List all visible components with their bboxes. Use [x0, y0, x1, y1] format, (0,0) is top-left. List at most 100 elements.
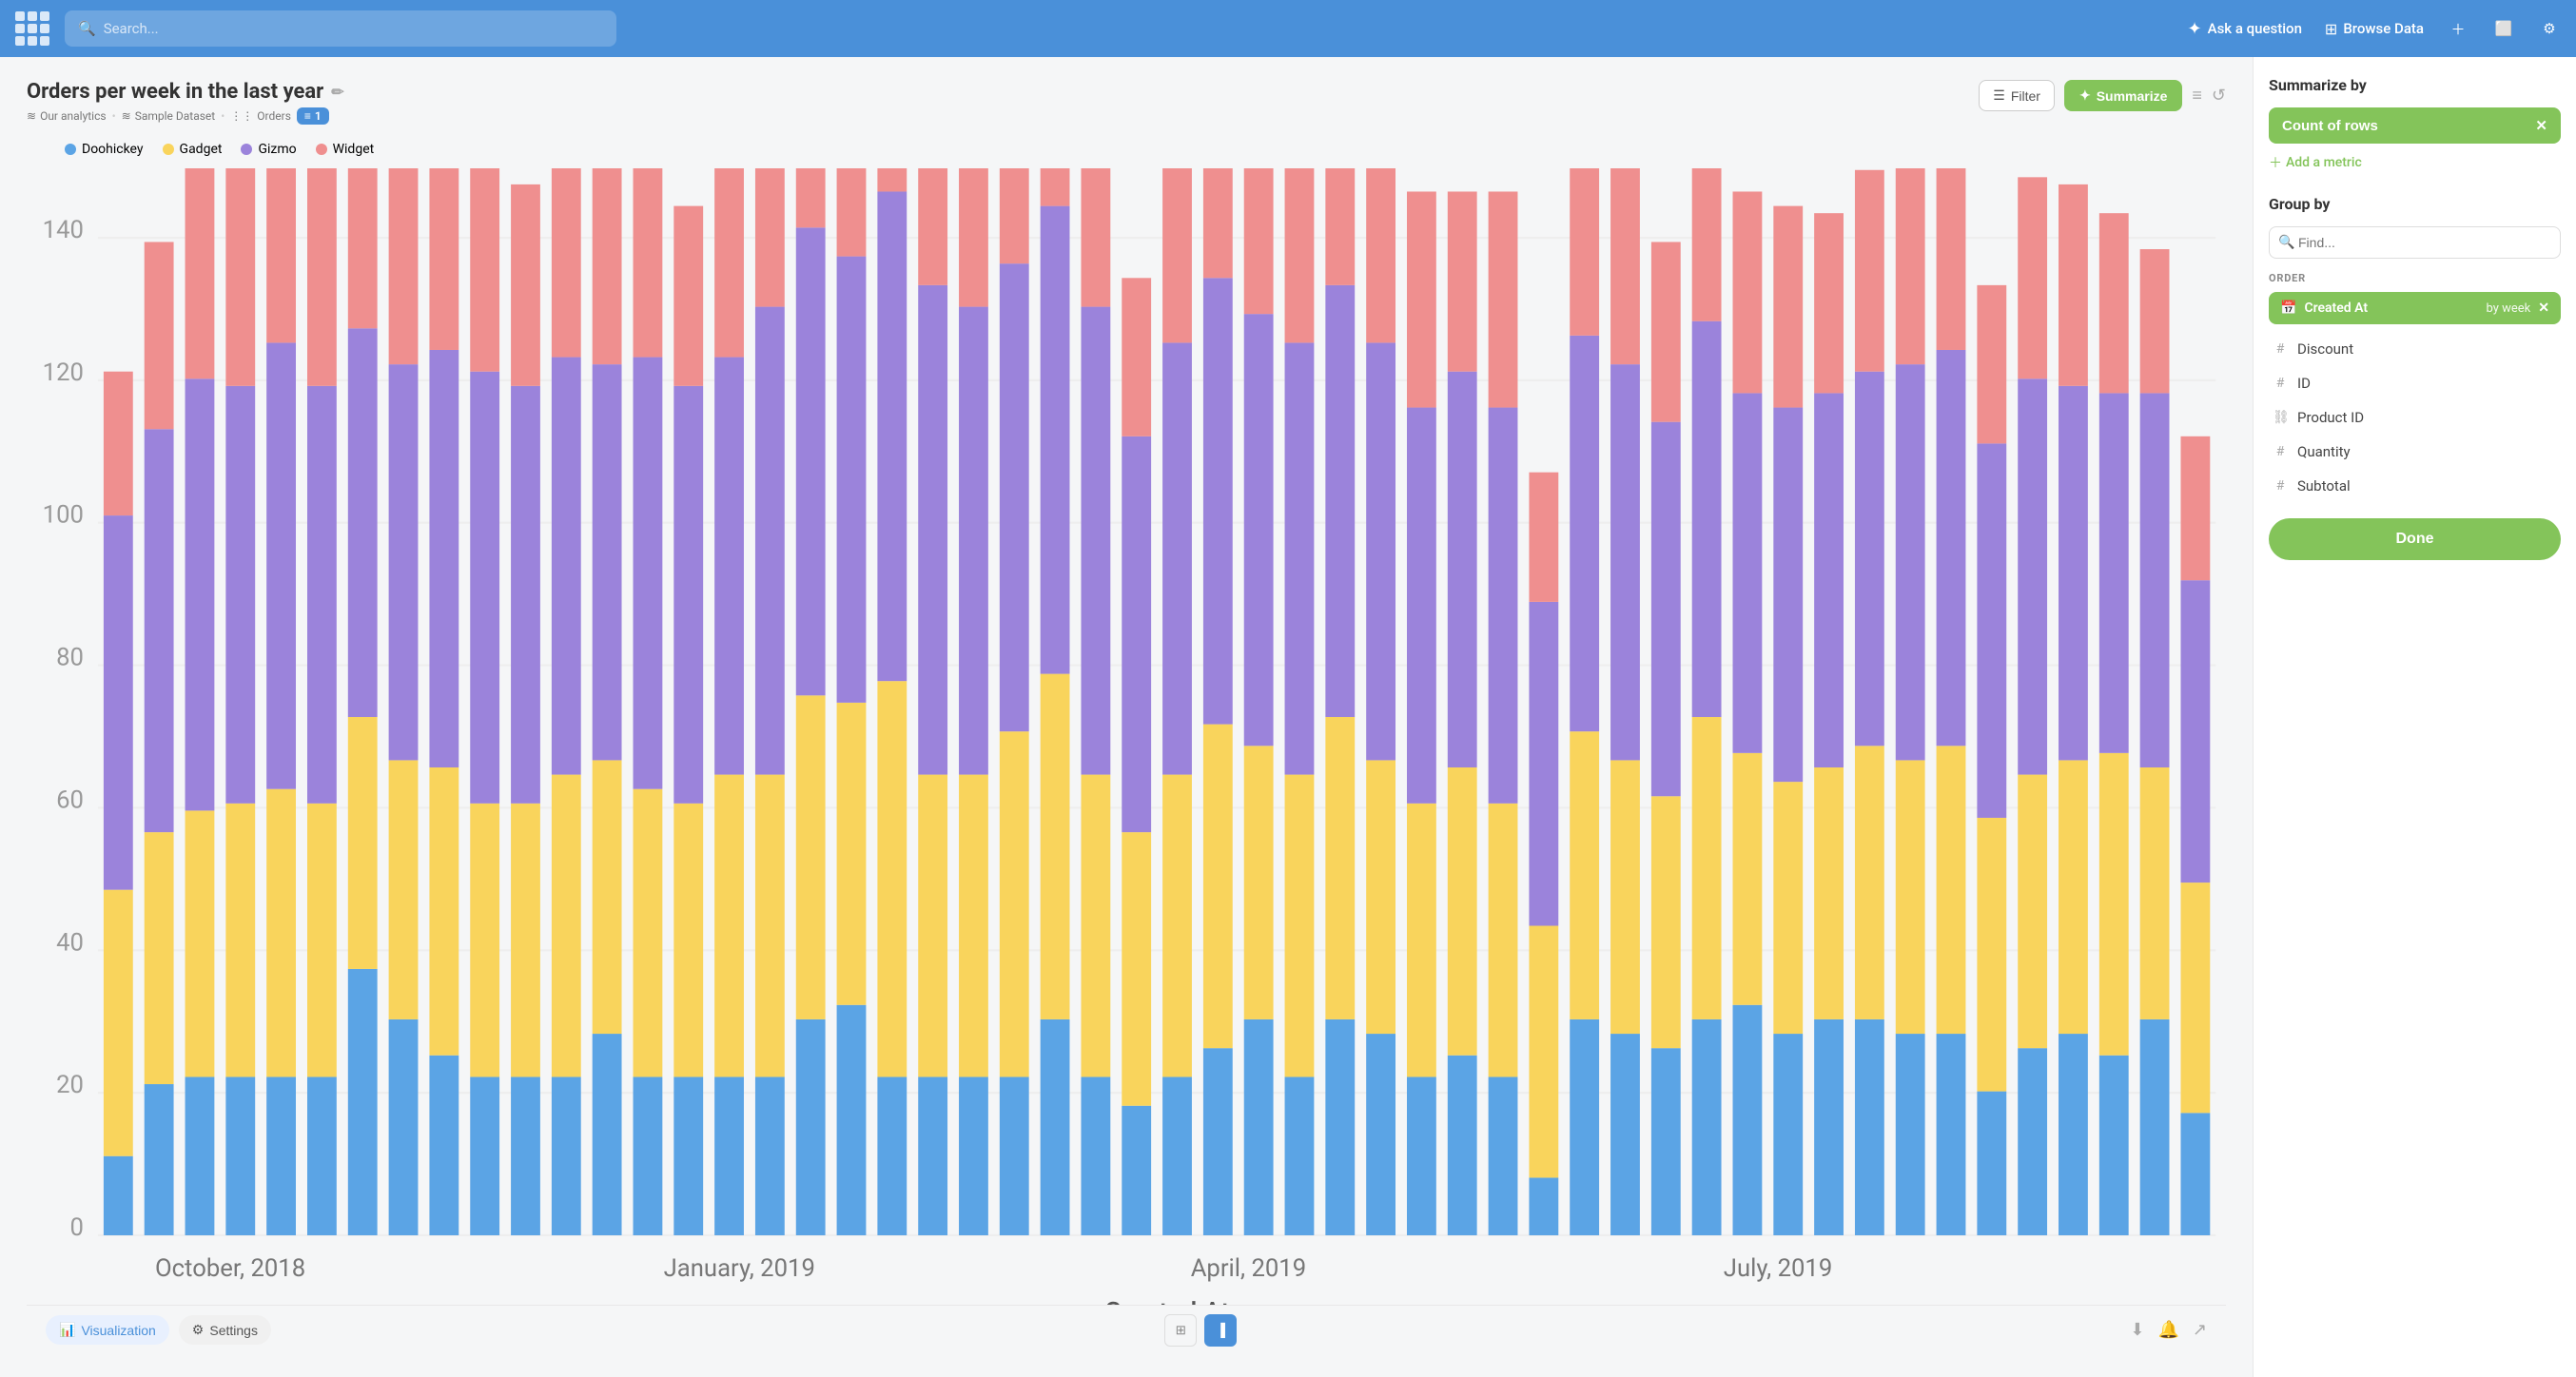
bar-segment — [2180, 1113, 2210, 1235]
bar-segment — [796, 168, 826, 227]
bar-segment — [1081, 168, 1110, 307]
breadcrumb-dataset[interactable]: ≋ Sample Dataset — [122, 109, 216, 123]
group-item-subtotal[interactable]: # Subtotal — [2269, 469, 2561, 503]
bar-segment — [673, 804, 703, 1077]
filter-button[interactable]: ☰ Filter — [1979, 80, 2055, 111]
chart-legend: DoohickeyGadgetGizmoWidget — [65, 142, 2226, 157]
calendar-icon: 📅 — [2280, 301, 2296, 316]
bar-segment — [225, 168, 255, 386]
svg-text:20: 20 — [56, 1071, 84, 1099]
bar-chart-icon: ▐ — [1216, 1323, 1224, 1337]
created-at-badge[interactable]: 📅 Created At by week ✕ — [2269, 292, 2561, 324]
legend-dot — [241, 144, 252, 155]
ask-question-button[interactable]: ✦ Ask a question — [2188, 19, 2302, 39]
settings-button[interactable]: ⚙ Settings — [179, 1315, 271, 1345]
add-metric-button[interactable]: ＋ Add a metric — [2269, 153, 2561, 172]
link-icon: ⛓ — [2273, 410, 2288, 425]
share-button[interactable]: ↗ — [2193, 1320, 2207, 1340]
visualization-button[interactable]: 📊 Visualization — [46, 1315, 169, 1345]
bar-segment — [1570, 1019, 1599, 1235]
bar-segment — [1570, 731, 1599, 1019]
bar-segment — [1041, 206, 1070, 674]
sort-icon-button[interactable]: ≡ — [2192, 86, 2202, 106]
bar-segment — [1041, 1019, 1070, 1235]
main-layout: Orders per week in the last year ✏ ≋ Our… — [0, 57, 2576, 1377]
app-logo[interactable] — [15, 11, 49, 46]
bar-segment — [2099, 753, 2129, 1056]
table-view-icon: ⊞ — [1176, 1323, 1186, 1338]
group-by-title: Group by — [2269, 195, 2561, 213]
group-item-label: Subtotal — [2297, 477, 2351, 495]
svg-text:January, 2019: January, 2019 — [664, 1254, 815, 1283]
table-view-button[interactable]: ⊞ — [1164, 1314, 1197, 1347]
bar-segment — [593, 364, 622, 760]
bar-segment — [1407, 191, 1436, 407]
bottom-bar: 📊 Visualization ⚙ Settings ⊞ ▐ ⬇ 🔔 ↗ — [27, 1305, 2226, 1354]
bar-segment — [2018, 378, 2047, 774]
done-button[interactable]: Done — [2269, 518, 2561, 560]
bar-segment — [959, 775, 988, 1077]
bar-segment — [348, 168, 378, 328]
bar-segment — [1692, 321, 1722, 717]
bar-segment — [1325, 168, 1355, 285]
svg-text:Created At: Created At — [1104, 1296, 1230, 1305]
bar-segment — [1773, 408, 1803, 783]
bookmark-icon[interactable]: ⬜ — [2492, 17, 2515, 40]
breadcrumb-analytics[interactable]: ≋ Our analytics — [27, 109, 107, 123]
bar-segment — [1366, 342, 1395, 760]
refresh-icon-button[interactable]: ↺ — [2212, 86, 2226, 106]
browse-data-button[interactable]: ⊞ Browse Data — [2325, 20, 2424, 38]
chart-view-button[interactable]: ▐ — [1204, 1314, 1237, 1347]
bar-segment — [225, 1076, 255, 1235]
summarize-button[interactable]: ✦ Summarize — [2064, 80, 2182, 111]
gear-icon: ⚙ — [192, 1322, 205, 1338]
group-item-quantity[interactable]: #Quantity — [2269, 435, 2561, 469]
group-item-discount[interactable]: #Discount — [2269, 332, 2561, 366]
legend-item: Widget — [316, 142, 375, 157]
find-wrapper: 🔍 — [2269, 226, 2561, 259]
close-created-at-icon[interactable]: ✕ — [2538, 301, 2549, 316]
bar-segment — [1814, 1019, 1844, 1235]
bar-segment — [1692, 168, 1722, 321]
find-input[interactable] — [2269, 226, 2561, 259]
search-bar[interactable]: 🔍 Search... — [65, 10, 616, 47]
bar-segment — [348, 717, 378, 969]
view-toggle: ⊞ ▐ — [281, 1314, 2120, 1347]
bar-segment — [959, 1076, 988, 1235]
bar-segment — [348, 328, 378, 717]
alert-button[interactable]: 🔔 — [2157, 1320, 2178, 1340]
bar-segment — [511, 1076, 540, 1235]
bar-segment — [1529, 1177, 1558, 1235]
bar-segment — [1814, 767, 1844, 1019]
bar-segment — [429, 168, 459, 350]
breadcrumb-table[interactable]: ⋮⋮ Orders — [230, 109, 291, 123]
edit-title-icon[interactable]: ✏ — [331, 83, 343, 101]
bar-segment — [1162, 342, 1192, 774]
bar-segment — [225, 804, 255, 1077]
topnav-right: ✦ Ask a question ⊞ Browse Data ＋ ⬜ ⚙ — [2188, 17, 2561, 40]
bar-segment — [511, 386, 540, 804]
bar-segment — [511, 804, 540, 1077]
bar-segment — [1366, 760, 1395, 1034]
group-item-product-id[interactable]: ⛓Product ID — [2269, 400, 2561, 435]
bar-segment — [1896, 168, 1925, 364]
bar-segment — [959, 168, 988, 307]
bar-segment — [1814, 213, 1844, 393]
bar-segment — [429, 1056, 459, 1235]
bar-segment — [185, 378, 215, 810]
download-button[interactable]: ⬇ — [2130, 1320, 2144, 1340]
filter-badge[interactable]: ≡ 1 — [297, 107, 329, 125]
add-button[interactable]: ＋ — [2447, 17, 2469, 40]
bar-segment — [634, 1076, 663, 1235]
hash-icon: # — [2273, 478, 2288, 494]
bar-segment — [1448, 1056, 1477, 1235]
bar-segment — [1855, 746, 1884, 1019]
bar-segment — [1529, 473, 1558, 602]
bar-segment — [1977, 1092, 2006, 1235]
chart-icon: 📊 — [59, 1322, 75, 1338]
bar-segment — [755, 307, 785, 775]
bar-segment — [266, 168, 296, 342]
group-item-id[interactable]: #ID — [2269, 366, 2561, 400]
count-of-rows-button[interactable]: Count of rows ✕ — [2269, 107, 2561, 144]
settings-icon[interactable]: ⚙ — [2538, 17, 2561, 40]
